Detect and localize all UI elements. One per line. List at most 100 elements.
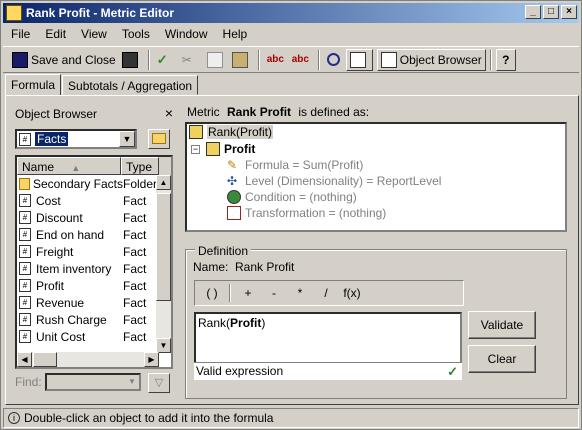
divide-button[interactable]: / <box>313 283 339 303</box>
save-and-close-button[interactable]: Save and Close <box>9 49 119 71</box>
find-button[interactable] <box>345 48 373 71</box>
validation-status: Valid expression ✓ <box>194 362 462 380</box>
pencil-icon: ✎ <box>227 158 238 172</box>
fact-icon: # <box>19 279 31 292</box>
folder-select[interactable]: # Facts ▼ <box>15 129 137 149</box>
scissors-icon: ✂ <box>181 52 192 67</box>
column-header-name[interactable]: Name ▲ <box>17 157 121 175</box>
metric-icon <box>206 142 220 156</box>
zoom-button[interactable] <box>324 49 346 71</box>
tree-node-level[interactable]: ✣ Level (Dimensionality) = ReportLevel <box>227 174 441 188</box>
fact-icon: # <box>19 194 31 207</box>
chevron-down-icon[interactable]: ▼ <box>125 375 139 389</box>
tree-node-transformation[interactable]: Transformation = (nothing) <box>227 206 386 220</box>
copy-icon <box>206 51 223 68</box>
list-item[interactable]: # Unit Cost Fact <box>17 328 171 345</box>
validate-button[interactable]: Validate <box>468 311 536 339</box>
folder-up-icon <box>152 133 166 144</box>
hscroll-thumb[interactable] <box>33 352 57 367</box>
horizontal-scrollbar[interactable]: ◀ ▶ <box>17 352 159 367</box>
menu-help[interactable]: Help <box>215 25 255 44</box>
paste-icon <box>231 51 248 68</box>
add-object-button-2[interactable]: abc <box>289 49 314 71</box>
fact-icon: # <box>19 296 31 309</box>
vertical-scrollbar[interactable]: ▲ ▼ <box>156 175 171 353</box>
tab-formula[interactable]: Formula <box>5 74 62 95</box>
tree-node-profit[interactable]: − Profit <box>191 142 255 156</box>
tab-subtotals-aggregation[interactable]: Subtotals / Aggregation <box>62 75 199 95</box>
operator-toolbar: ( ) + - * / f(x) <box>194 280 464 306</box>
fact-folder-icon: # <box>19 132 31 146</box>
list-rows: Secondary Facts Folder # Cost Fact # Discoun… <box>17 175 171 345</box>
title-bar: Rank Profit - Metric Editor _ □ × <box>3 3 579 23</box>
scroll-left-icon[interactable]: ◀ <box>17 352 32 367</box>
paste-button[interactable] <box>229 49 254 71</box>
list-item[interactable]: # Profit Fact <box>17 277 171 294</box>
transformation-icon <box>227 206 241 220</box>
condition-icon <box>227 190 241 204</box>
scroll-down-icon[interactable]: ▼ <box>156 338 171 353</box>
multiply-button[interactable]: * <box>287 283 313 303</box>
list-item[interactable]: Secondary Facts Folder <box>17 175 171 192</box>
save-button[interactable] <box>119 49 144 71</box>
object-browser-button[interactable]: Object Browser <box>376 48 486 71</box>
list-item[interactable]: # Freight Fact <box>17 243 171 260</box>
fact-icon: # <box>19 262 31 275</box>
add-object-button[interactable]: abc <box>264 49 289 71</box>
menu-file[interactable]: File <box>3 25 37 44</box>
filter-icon: ▽ <box>154 377 164 389</box>
status-bar: i Double-click an object to add it into … <box>3 408 579 428</box>
scroll-right-icon[interactable]: ▶ <box>144 352 159 367</box>
scroll-up-icon[interactable]: ▲ <box>156 175 171 190</box>
minus-button[interactable]: - <box>261 283 287 303</box>
status-text: Double-click an object to add it into th… <box>24 411 274 425</box>
filter-button[interactable]: ▽ <box>148 373 170 393</box>
metric-name: Rank Profit <box>227 105 292 119</box>
magnifier-icon <box>326 53 340 66</box>
close-button[interactable]: × <box>561 5 577 19</box>
metric-icon <box>189 125 203 139</box>
list-item[interactable]: # End on hand Fact <box>17 226 171 243</box>
tab-strip: Formula Subtotals / Aggregation <box>5 74 199 95</box>
fact-icon: # <box>19 330 31 343</box>
tree-node-condition[interactable]: Condition = (nothing) <box>227 190 357 204</box>
list-item[interactable]: # Item inventory Fact <box>17 260 171 277</box>
browser-icon <box>380 51 397 68</box>
folder-icon <box>19 177 30 190</box>
object-list[interactable]: Name ▲ Type Secondary Facts Folder # Cost F… <box>15 155 173 369</box>
parentheses-button[interactable]: ( ) <box>199 283 225 303</box>
find-input[interactable]: ▼ <box>45 373 141 391</box>
scroll-thumb[interactable] <box>156 193 171 301</box>
list-item[interactable]: # Rush Charge Fact <box>17 311 171 328</box>
menu-window[interactable]: Window <box>157 25 215 44</box>
fact-icon: # <box>19 228 31 241</box>
folder-up-button[interactable] <box>148 129 170 149</box>
copy-button[interactable] <box>204 49 229 71</box>
clear-button[interactable]: Clear <box>468 345 536 373</box>
close-icon[interactable]: × <box>165 105 173 121</box>
fact-icon: # <box>19 245 31 258</box>
function-button[interactable]: f(x) <box>339 283 365 303</box>
plus-button[interactable]: + <box>235 283 261 303</box>
list-item[interactable]: # Revenue Fact <box>17 294 171 311</box>
minimize-button[interactable]: _ <box>525 5 541 19</box>
collapse-icon[interactable]: − <box>191 144 200 154</box>
validate-toolbar-button[interactable]: ✓ <box>154 49 179 71</box>
cut-button[interactable]: ✂ <box>179 49 204 71</box>
list-item[interactable]: # Discount Fact <box>17 209 171 226</box>
menu-edit[interactable]: Edit <box>37 25 73 44</box>
chevron-down-icon[interactable]: ▼ <box>119 131 135 147</box>
tree-node-root[interactable]: Rank(Profit) <box>189 125 274 139</box>
metric-heading: Metric Rank Profit is defined as: <box>187 105 370 119</box>
fact-icon: # <box>19 313 31 326</box>
list-item[interactable]: # Cost Fact <box>17 192 171 209</box>
tree-node-formula[interactable]: ✎ Formula = Sum(Profit) <box>227 158 363 172</box>
column-header-type[interactable]: Type <box>121 157 159 175</box>
info-icon: i <box>8 412 20 424</box>
help-button[interactable]: ? <box>495 48 516 71</box>
metric-definition-tree[interactable]: Rank(Profit) − Profit ✎ Formula = Sum(Pr… <box>185 122 567 232</box>
find-label: Find: <box>15 375 42 389</box>
maximize-button[interactable]: □ <box>543 5 559 19</box>
menu-view[interactable]: View <box>73 25 114 44</box>
menu-tools[interactable]: Tools <box>114 25 157 44</box>
